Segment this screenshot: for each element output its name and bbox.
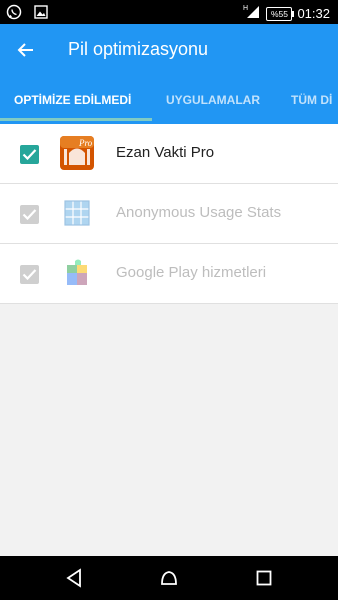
- tab-indicator: [0, 118, 152, 121]
- tab-not-optimized[interactable]: OPTİMİZE EDİLMEDİ: [14, 76, 131, 124]
- signal-icon: H: [243, 3, 261, 24]
- back-triangle-icon[interactable]: [64, 567, 86, 589]
- tab-all[interactable]: TÜM Dİ: [291, 76, 332, 124]
- battery-icon: %55: [266, 6, 295, 21]
- status-bar: H %55 01:32: [0, 0, 338, 24]
- app-name: Ezan Vakti Pro: [116, 144, 215, 161]
- arrow-left-icon[interactable]: [14, 38, 38, 62]
- google-play-services-icon: [59, 255, 95, 291]
- app-name: Google Play hizmetleri: [116, 264, 267, 281]
- checkbox-disabled: [20, 205, 39, 224]
- tab-bar: OPTİMİZE EDİLMEDİ UYGULAMALAR TÜM Dİ: [0, 76, 338, 124]
- home-circle-icon[interactable]: [158, 567, 180, 589]
- page-title: Pil optimizasyonu: [68, 39, 209, 59]
- list-item: Anonymous Usage Stats: [0, 184, 338, 244]
- app-name: Anonymous Usage Stats: [116, 204, 282, 221]
- ezan-vakti-pro-icon: Pro: [59, 135, 95, 171]
- recents-square-icon[interactable]: [253, 567, 275, 589]
- list-item[interactable]: Pro Ezan Vakti Pro: [0, 124, 338, 184]
- list-item: Google Play hizmetleri: [0, 244, 338, 304]
- usage-stats-icon: [59, 195, 95, 231]
- clock: 01:32: [297, 6, 330, 21]
- app-bar: Pil optimizasyonu OPTİMİZE EDİLMEDİ UYGU…: [0, 24, 338, 124]
- whatsapp-icon: [6, 4, 22, 25]
- checkbox-checked[interactable]: [20, 145, 39, 164]
- navigation-bar: [0, 556, 338, 600]
- checkbox-disabled: [20, 265, 39, 284]
- svg-text:H: H: [243, 5, 248, 12]
- image-icon: [34, 5, 48, 24]
- svg-text:Pro: Pro: [78, 138, 93, 148]
- screen: H %55 01:32 Pil optimizasyonu OPTİMİZE E…: [0, 0, 338, 600]
- app-list: Pro Ezan Vakti Pro Anonymous Usage Stats: [0, 124, 338, 304]
- tab-apps[interactable]: UYGULAMALAR: [166, 76, 260, 124]
